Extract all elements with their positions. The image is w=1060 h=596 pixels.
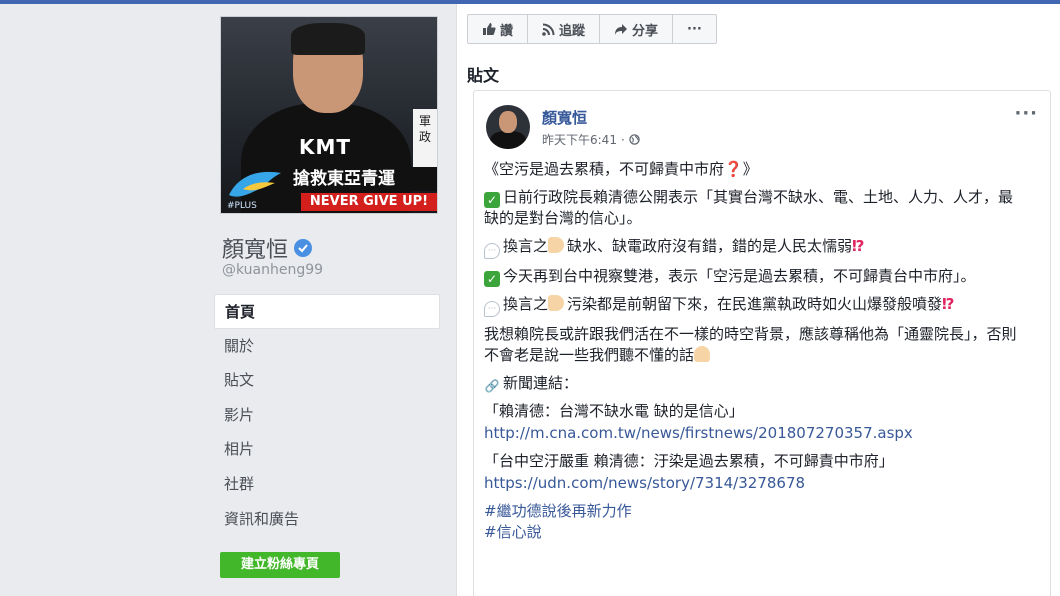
question-mark-icon: ❓ <box>724 160 743 178</box>
post-paragraph: ✓ 日前行政院長賴清德公開表示「其實台灣不缺水、電、土地、人力、人才，最缺的是對台… <box>484 188 1014 227</box>
main-column: 讚 追蹤 分享 ··· 貼文 顏寬恒 昨天下午6:41 · ··· 《空污是過去… <box>456 4 1060 596</box>
rss-icon <box>542 23 555 36</box>
thumbs-up-icon <box>483 23 496 35</box>
post-author[interactable]: 顏寬恒 <box>542 107 587 128</box>
more-actions-button[interactable]: ··· <box>673 15 716 43</box>
follow-label: 追蹤 <box>559 23 586 39</box>
check-mark-icon: ✓ <box>484 271 500 287</box>
verified-badge-icon <box>294 239 313 257</box>
kmt-text: KMT <box>299 135 352 159</box>
post-paragraph: 我想賴院長或許跟我們活在不一樣的時空背景，應該尊稱他為「通靈院長」，否則不會老是… <box>484 325 1017 364</box>
banner-slogan: NEVER GIVE UP! <box>301 193 437 211</box>
page-name: 顏寬恒 <box>222 232 313 264</box>
share-label: 分享 <box>632 23 659 39</box>
post-card: 顏寬恒 昨天下午6:41 · ··· 《空污是過去累積，不可歸責中市府❓》 ✓ 日… <box>473 90 1051 596</box>
post-paragraph: 《空污是過去累積，不可歸責中市府❓》 <box>484 160 758 178</box>
post-time[interactable]: 昨天下午6:41 · <box>542 131 640 148</box>
post-paragraph: ✓ 今天再到台中視察雙港，表示「空污是過去累積，不可歸責台中市府」。 <box>484 266 1020 287</box>
profile-picture[interactable]: KMT 軍 政 #PLUS 搶救東亞青運 NEVER GIVE UP! <box>220 16 438 214</box>
globe-icon <box>629 134 640 145</box>
post-paragraph: ··· 換言之 缺水、缺電政府沒有錯，錯的是人民太懦弱⁉ <box>484 236 1020 259</box>
post-time-text: 昨天下午6:41 <box>542 133 617 147</box>
share-button[interactable]: 分享 <box>600 15 674 43</box>
check-mark-icon: ✓ <box>484 192 500 208</box>
hashtag[interactable]: #信心說 <box>484 522 1020 543</box>
nav-item-community[interactable]: 社群 <box>214 467 440 502</box>
author-avatar[interactable] <box>486 105 530 149</box>
link-chain-icon: 🔗 <box>484 379 500 393</box>
like-button[interactable]: 讚 <box>468 15 529 43</box>
share-arrow-icon <box>615 23 628 35</box>
logo-text: #PLUS <box>227 201 257 211</box>
page-username[interactable]: @kuanheng99 <box>222 262 323 278</box>
post-content: 《空污是過去累積，不可歸責中市府❓》 ✓ 日前行政院長賴清德公開表示「其實台灣不缺… <box>484 159 1020 543</box>
post-paragraph: ··· 換言之 污染都是前朝留下來，在民進黨執政時如火山爆發般噴發⁉ <box>484 294 1020 317</box>
posts-heading: 貼文 <box>467 66 500 85</box>
news-title: 「賴清德：台灣不缺水電 缺的是信心」 <box>484 402 744 420</box>
nav-item-about[interactable]: 關於 <box>214 329 440 364</box>
nav-item-info-ads[interactable]: 資訊和廣告 <box>214 502 440 537</box>
create-page-button[interactable]: 建立粉絲專頁 <box>220 552 340 578</box>
news-link[interactable]: https://udn.com/news/story/7314/3278678 <box>484 473 1020 494</box>
news-title: 「台中空汙嚴重 賴清德：汙染是過去累積，不可歸責中市府」 <box>484 452 894 470</box>
pointing-hand-icon <box>548 295 565 311</box>
person-hair <box>291 23 365 55</box>
post-options-icon[interactable]: ··· <box>1014 103 1038 124</box>
separator: · <box>620 132 625 147</box>
nav-item-photos[interactable]: 相片 <box>214 432 440 467</box>
pointing-hand-icon <box>548 237 565 253</box>
more-icon: ··· <box>687 21 702 37</box>
sign-text: 軍 政 <box>413 109 437 169</box>
hashtag[interactable]: #繼功德說後再新力作 <box>484 501 1020 522</box>
nav-item-posts[interactable]: 貼文 <box>214 363 440 398</box>
page-name-text: 顏寬恒 <box>222 238 289 263</box>
nav-item-videos[interactable]: 影片 <box>214 398 440 433</box>
speech-bubble-icon: ··· <box>484 301 500 317</box>
page-actions: 讚 追蹤 分享 ··· <box>467 14 717 44</box>
exclamation-question-icon: ⁉ <box>852 237 865 255</box>
banner-text: 搶救東亞青運 <box>287 167 437 191</box>
like-label: 讚 <box>500 23 514 39</box>
praying-hands-icon <box>694 346 711 362</box>
news-link[interactable]: http://m.cna.com.tw/news/firstnews/20180… <box>484 423 1020 444</box>
post-paragraph: 🔗 新聞連結： <box>484 374 579 393</box>
exclamation-question-icon: ⁉ <box>942 295 955 313</box>
speech-bubble-icon: ··· <box>484 243 500 259</box>
nav-item-home[interactable]: 首頁 <box>214 294 440 329</box>
left-column: KMT 軍 政 #PLUS 搶救東亞青運 NEVER GIVE UP! 顏寬恒 … <box>0 4 456 596</box>
page-nav: 首頁 關於 貼文 影片 相片 社群 資訊和廣告 <box>214 294 440 536</box>
follow-button[interactable]: 追蹤 <box>528 15 601 43</box>
